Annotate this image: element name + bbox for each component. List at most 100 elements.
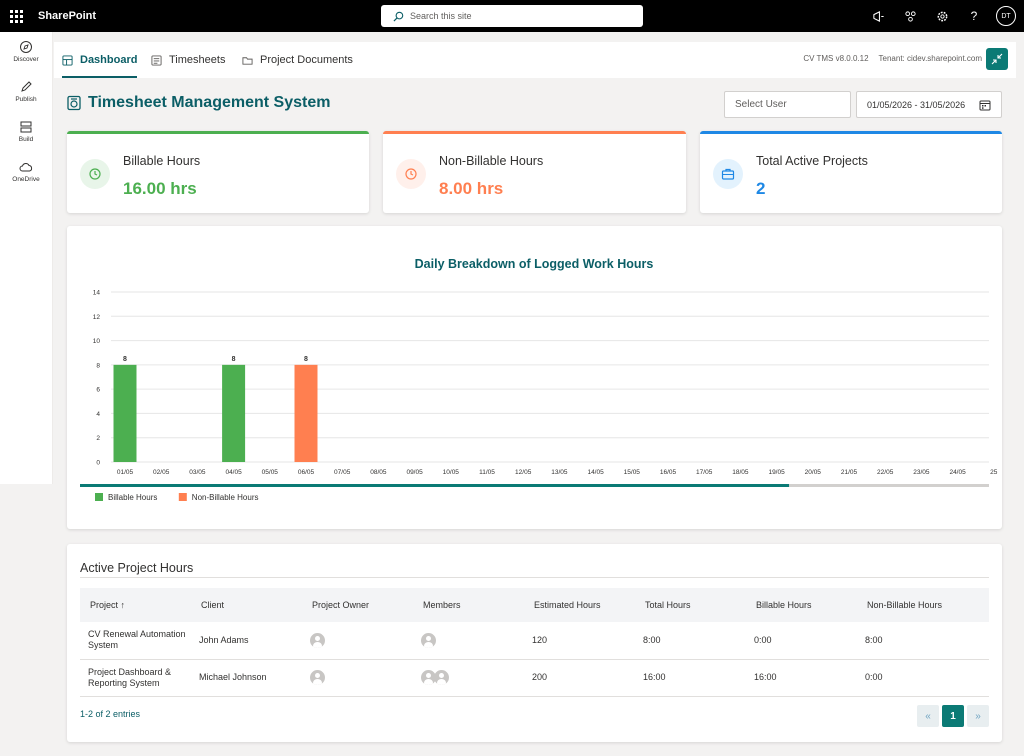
kpi-label: Billable Hours [123, 154, 201, 168]
y-tick-label: 8 [96, 362, 100, 369]
column-header-billable[interactable]: Billable Hours [746, 588, 857, 622]
x-tick-label: 01/05 [117, 469, 134, 476]
column-header-estimated[interactable]: Estimated Hours [524, 588, 635, 622]
column-header-project[interactable]: Project ↑ [80, 588, 191, 622]
tab-label: Dashboard [80, 54, 138, 66]
timesheet-logo-icon [67, 95, 81, 111]
page-header: Timesheet Management System [66, 94, 330, 112]
x-tick-label: 21/05 [841, 469, 858, 476]
person-avatar-icon[interactable] [310, 632, 325, 648]
y-tick-label: 0 [96, 460, 100, 467]
tab-label: Project Documents [260, 54, 353, 66]
project-name: Project Dashboard & Reporting System [80, 659, 191, 697]
collapse-button[interactable] [986, 48, 1008, 70]
share-network-icon[interactable] [900, 6, 920, 26]
rail-item-publish[interactable]: Publish [0, 80, 52, 112]
briefcase-icon [713, 159, 743, 189]
next-page-button[interactable]: » [967, 705, 989, 727]
person-avatar-icon[interactable] [310, 670, 325, 685]
table-row[interactable]: Project Dashboard & Reporting System Mic… [80, 659, 989, 697]
divider [80, 577, 989, 578]
rail-label: Publish [15, 96, 37, 103]
estimated-hours: 200 [524, 659, 635, 697]
person-avatar-icon[interactable] [434, 670, 449, 685]
y-tick-label: 12 [93, 314, 101, 321]
x-tick-label: 23/05 [913, 469, 930, 476]
billable-hours: 16:00 [746, 659, 857, 697]
prev-page-button[interactable]: « [917, 705, 939, 727]
active-projects-card: Active Project Hours Project ↑ Client Pr… [67, 544, 1002, 742]
bar [222, 364, 246, 462]
owner-cell [302, 659, 413, 697]
x-tick-label: 13/05 [551, 469, 568, 476]
bar [294, 364, 318, 462]
left-rail: Discover Publish Build OneDrive [0, 32, 53, 484]
nonbillable-hours: 0:00 [857, 659, 989, 697]
projects-table: Project ↑ Client Project Owner Members E… [80, 588, 989, 697]
rail-label: Discover [13, 56, 39, 63]
gear-icon[interactable] [932, 6, 952, 26]
legend-label: Billable Hours [108, 493, 157, 502]
table-header-row: Project ↑ Client Project Owner Members E… [80, 588, 989, 622]
search-box[interactable]: Search this site [381, 5, 643, 27]
x-tick-label: 14/05 [587, 469, 604, 476]
data-label: 8 [304, 356, 308, 363]
client-name: John Adams [191, 622, 302, 660]
layout-icon [20, 121, 32, 133]
x-tick-label: 17/05 [696, 469, 713, 476]
total-hours: 16:00 [635, 659, 746, 697]
x-tick-label: 02/05 [153, 469, 170, 476]
clock-icon [396, 159, 426, 189]
main-content: Dashboard Timesheets Project Documents C… [54, 32, 1016, 756]
kpi-value: 8.00 hrs [439, 179, 504, 198]
page-1-button[interactable]: 1 [942, 705, 964, 727]
column-header-owner[interactable]: Project Owner [302, 588, 413, 622]
x-tick-label: 04/05 [225, 469, 242, 476]
user-avatar[interactable]: DT [996, 6, 1016, 26]
estimated-hours: 120 [524, 622, 635, 660]
brand-name[interactable]: SharePoint [38, 10, 96, 22]
nonbillable-hours: 8:00 [857, 622, 989, 660]
tab-project-documents[interactable]: Project Documents [242, 42, 353, 78]
tab-dashboard[interactable]: Dashboard [62, 42, 138, 78]
column-header-client[interactable]: Client [191, 588, 302, 622]
x-tick-label: 25 [990, 469, 998, 476]
y-tick-label: 10 [93, 338, 101, 345]
search-icon [393, 11, 404, 22]
column-header-total[interactable]: Total Hours [635, 588, 746, 622]
tab-timesheets[interactable]: Timesheets [151, 42, 225, 78]
pagination: « 1 » [917, 705, 989, 727]
person-avatar-icon[interactable] [421, 632, 436, 648]
megaphone-icon[interactable] [868, 6, 888, 26]
rail-item-discover[interactable]: Discover [0, 40, 52, 72]
x-tick-label: 08/05 [370, 469, 387, 476]
y-tick-label: 14 [93, 290, 101, 297]
tab-label: Timesheets [169, 54, 226, 66]
help-icon[interactable]: ? [964, 6, 984, 26]
entries-count: 1-2 of 2 entries [80, 709, 141, 719]
select-user-dropdown[interactable]: Select User [724, 91, 851, 118]
rail-item-onedrive[interactable]: OneDrive [0, 160, 52, 192]
date-range-picker[interactable]: 01/05/2026 - 31/05/2026 [856, 91, 1002, 118]
rail-item-build[interactable]: Build [0, 120, 52, 152]
table-row[interactable]: CV Renewal Automation System John Adams … [80, 622, 989, 660]
folder-icon [242, 56, 253, 65]
x-tick-label: 20/05 [805, 469, 822, 476]
kpi-card-projects: Total Active Projects 2 [700, 131, 1002, 213]
kpi-card-billable: Billable Hours 16.00 hrs [67, 131, 369, 213]
timesheet-icon [151, 54, 162, 66]
x-tick-label: 05/05 [262, 469, 279, 476]
kpi-label: Total Active Projects [756, 154, 868, 168]
daily-hours-chart-card: Daily Breakdown of Logged Work Hours 0 2 4 6… [67, 226, 1002, 529]
app-launcher-button[interactable] [0, 0, 32, 32]
rail-label: OneDrive [12, 176, 40, 183]
kpi-label: Non-Billable Hours [439, 154, 544, 168]
section-title: Active Project Hours [80, 561, 194, 575]
cloud-icon [19, 163, 33, 172]
column-header-members[interactable]: Members [413, 588, 524, 622]
x-tick-label: 06/05 [298, 469, 315, 476]
column-header-nonbillable[interactable]: Non-Billable Hours [857, 588, 989, 622]
version-text: CV TMS v8.0.0.12 [803, 54, 869, 63]
chart-scroll-thumb[interactable] [80, 484, 790, 487]
x-tick-label: 12/05 [515, 469, 532, 476]
